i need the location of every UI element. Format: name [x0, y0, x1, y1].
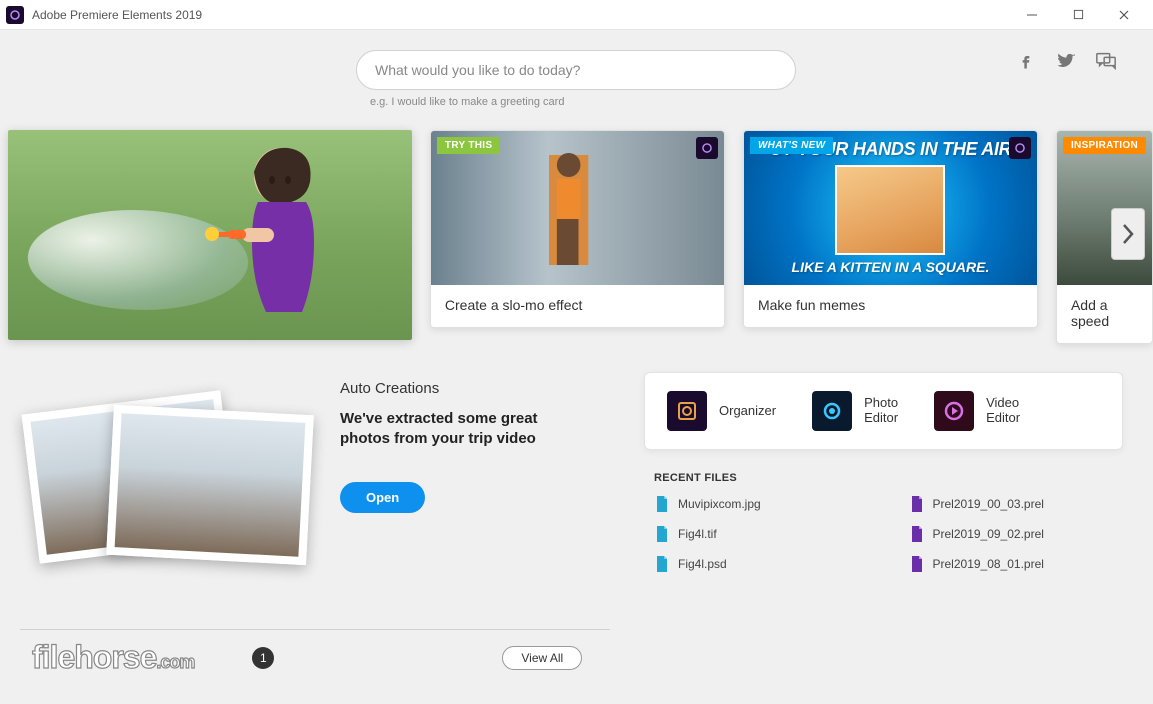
close-button[interactable]: [1101, 0, 1147, 30]
tif-file-icon: [654, 526, 670, 542]
lower-section: Auto Creations We've extracted some grea…: [0, 344, 1153, 592]
recent-file[interactable]: Fig4l.psd: [654, 556, 869, 572]
inspiration-badge: INSPIRATION: [1063, 137, 1146, 154]
recent-file[interactable]: Muvipixcom.jpg: [654, 496, 869, 512]
recent-file[interactable]: Prel2019_08_01.prel: [909, 556, 1124, 572]
premiere-logo-icon: [696, 137, 718, 159]
maximize-button[interactable]: [1055, 0, 1101, 30]
carousel: TRY THIS Create a slo-mo effect WHAT'S N…: [0, 108, 1153, 344]
meme-cat-image: [835, 165, 945, 255]
search-input[interactable]: [356, 50, 796, 90]
speed-label: Add a speed: [1057, 285, 1152, 343]
slomo-card[interactable]: TRY THIS Create a slo-mo effect: [430, 130, 725, 328]
recent-file[interactable]: Prel2019_00_03.prel: [909, 496, 1124, 512]
open-button[interactable]: Open: [340, 482, 425, 513]
watermark: filehorse.com: [20, 639, 194, 676]
app-icon: [6, 6, 24, 24]
premiere-logo-icon: [1009, 137, 1031, 159]
recent-file[interactable]: Fig4l.tif: [654, 526, 869, 542]
auto-creations: Auto Creations We've extracted some grea…: [14, 372, 614, 592]
prel-file-icon: [909, 556, 925, 572]
photo-editor-launcher[interactable]: PhotoEditor: [812, 391, 898, 431]
divider: [20, 629, 610, 630]
launchers: Organizer PhotoEditor VideoEditor: [644, 372, 1123, 450]
photo-editor-label: PhotoEditor: [864, 396, 898, 426]
prel-file-icon: [909, 526, 925, 542]
titlebar: Adobe Premiere Elements 2019: [0, 0, 1153, 30]
try-this-badge: TRY THIS: [437, 137, 500, 154]
search-row: e.g. I would like to make a greeting car…: [0, 30, 1153, 108]
slomo-label: Create a slo-mo effect: [431, 285, 724, 327]
memes-image: WHAT'S NEW UT YOUR HANDS IN THE AIR LIKE…: [744, 131, 1037, 285]
app-title: Adobe Premiere Elements 2019: [32, 8, 1009, 22]
photo-editor-icon: [812, 391, 852, 431]
bottom-row: filehorse.com 1 View All: [20, 639, 1153, 676]
search-hint: e.g. I would like to make a greeting car…: [370, 96, 796, 108]
video-editor-label: VideoEditor: [986, 396, 1020, 426]
prel-file-icon: [909, 496, 925, 512]
video-editor-launcher[interactable]: VideoEditor: [934, 391, 1020, 431]
memes-label: Make fun memes: [744, 285, 1037, 327]
hero-card[interactable]: [8, 130, 412, 340]
organizer-launcher[interactable]: Organizer: [667, 391, 776, 431]
photo-stack[interactable]: [14, 372, 314, 592]
recent-files-heading: RECENT FILES: [654, 472, 1123, 484]
organizer-icon: [667, 391, 707, 431]
social-icons: [1015, 50, 1117, 72]
recent-file[interactable]: Prel2019_09_02.prel: [909, 526, 1124, 542]
view-all-button[interactable]: View All: [502, 646, 582, 670]
organizer-label: Organizer: [719, 404, 776, 419]
right-column: Organizer PhotoEditor VideoEditor: [644, 372, 1123, 592]
memes-card[interactable]: WHAT'S NEW UT YOUR HANDS IN THE AIR LIKE…: [743, 130, 1038, 328]
slomo-image: TRY THIS: [431, 131, 724, 285]
auto-heading: Auto Creations: [340, 380, 550, 397]
recent-files: RECENT FILES Muvipixcom.jpg Prel2019_00_…: [644, 472, 1123, 572]
carousel-next-button[interactable]: [1111, 208, 1145, 260]
hero-image: [8, 130, 412, 340]
video-editor-icon: [934, 391, 974, 431]
window-controls: [1009, 0, 1147, 30]
jpg-file-icon: [654, 496, 670, 512]
page-indicator[interactable]: 1: [252, 647, 274, 669]
feedback-icon[interactable]: [1095, 50, 1117, 72]
auto-blurb: We've extracted some great photos from y…: [340, 409, 550, 450]
minimize-button[interactable]: [1009, 0, 1055, 30]
meme-bottom-text: LIKE A KITTEN IN A SQUARE.: [792, 259, 990, 275]
psd-file-icon: [654, 556, 670, 572]
twitter-icon[interactable]: [1055, 50, 1077, 72]
facebook-icon[interactable]: [1015, 50, 1037, 72]
whats-new-badge: WHAT'S NEW: [750, 137, 833, 154]
